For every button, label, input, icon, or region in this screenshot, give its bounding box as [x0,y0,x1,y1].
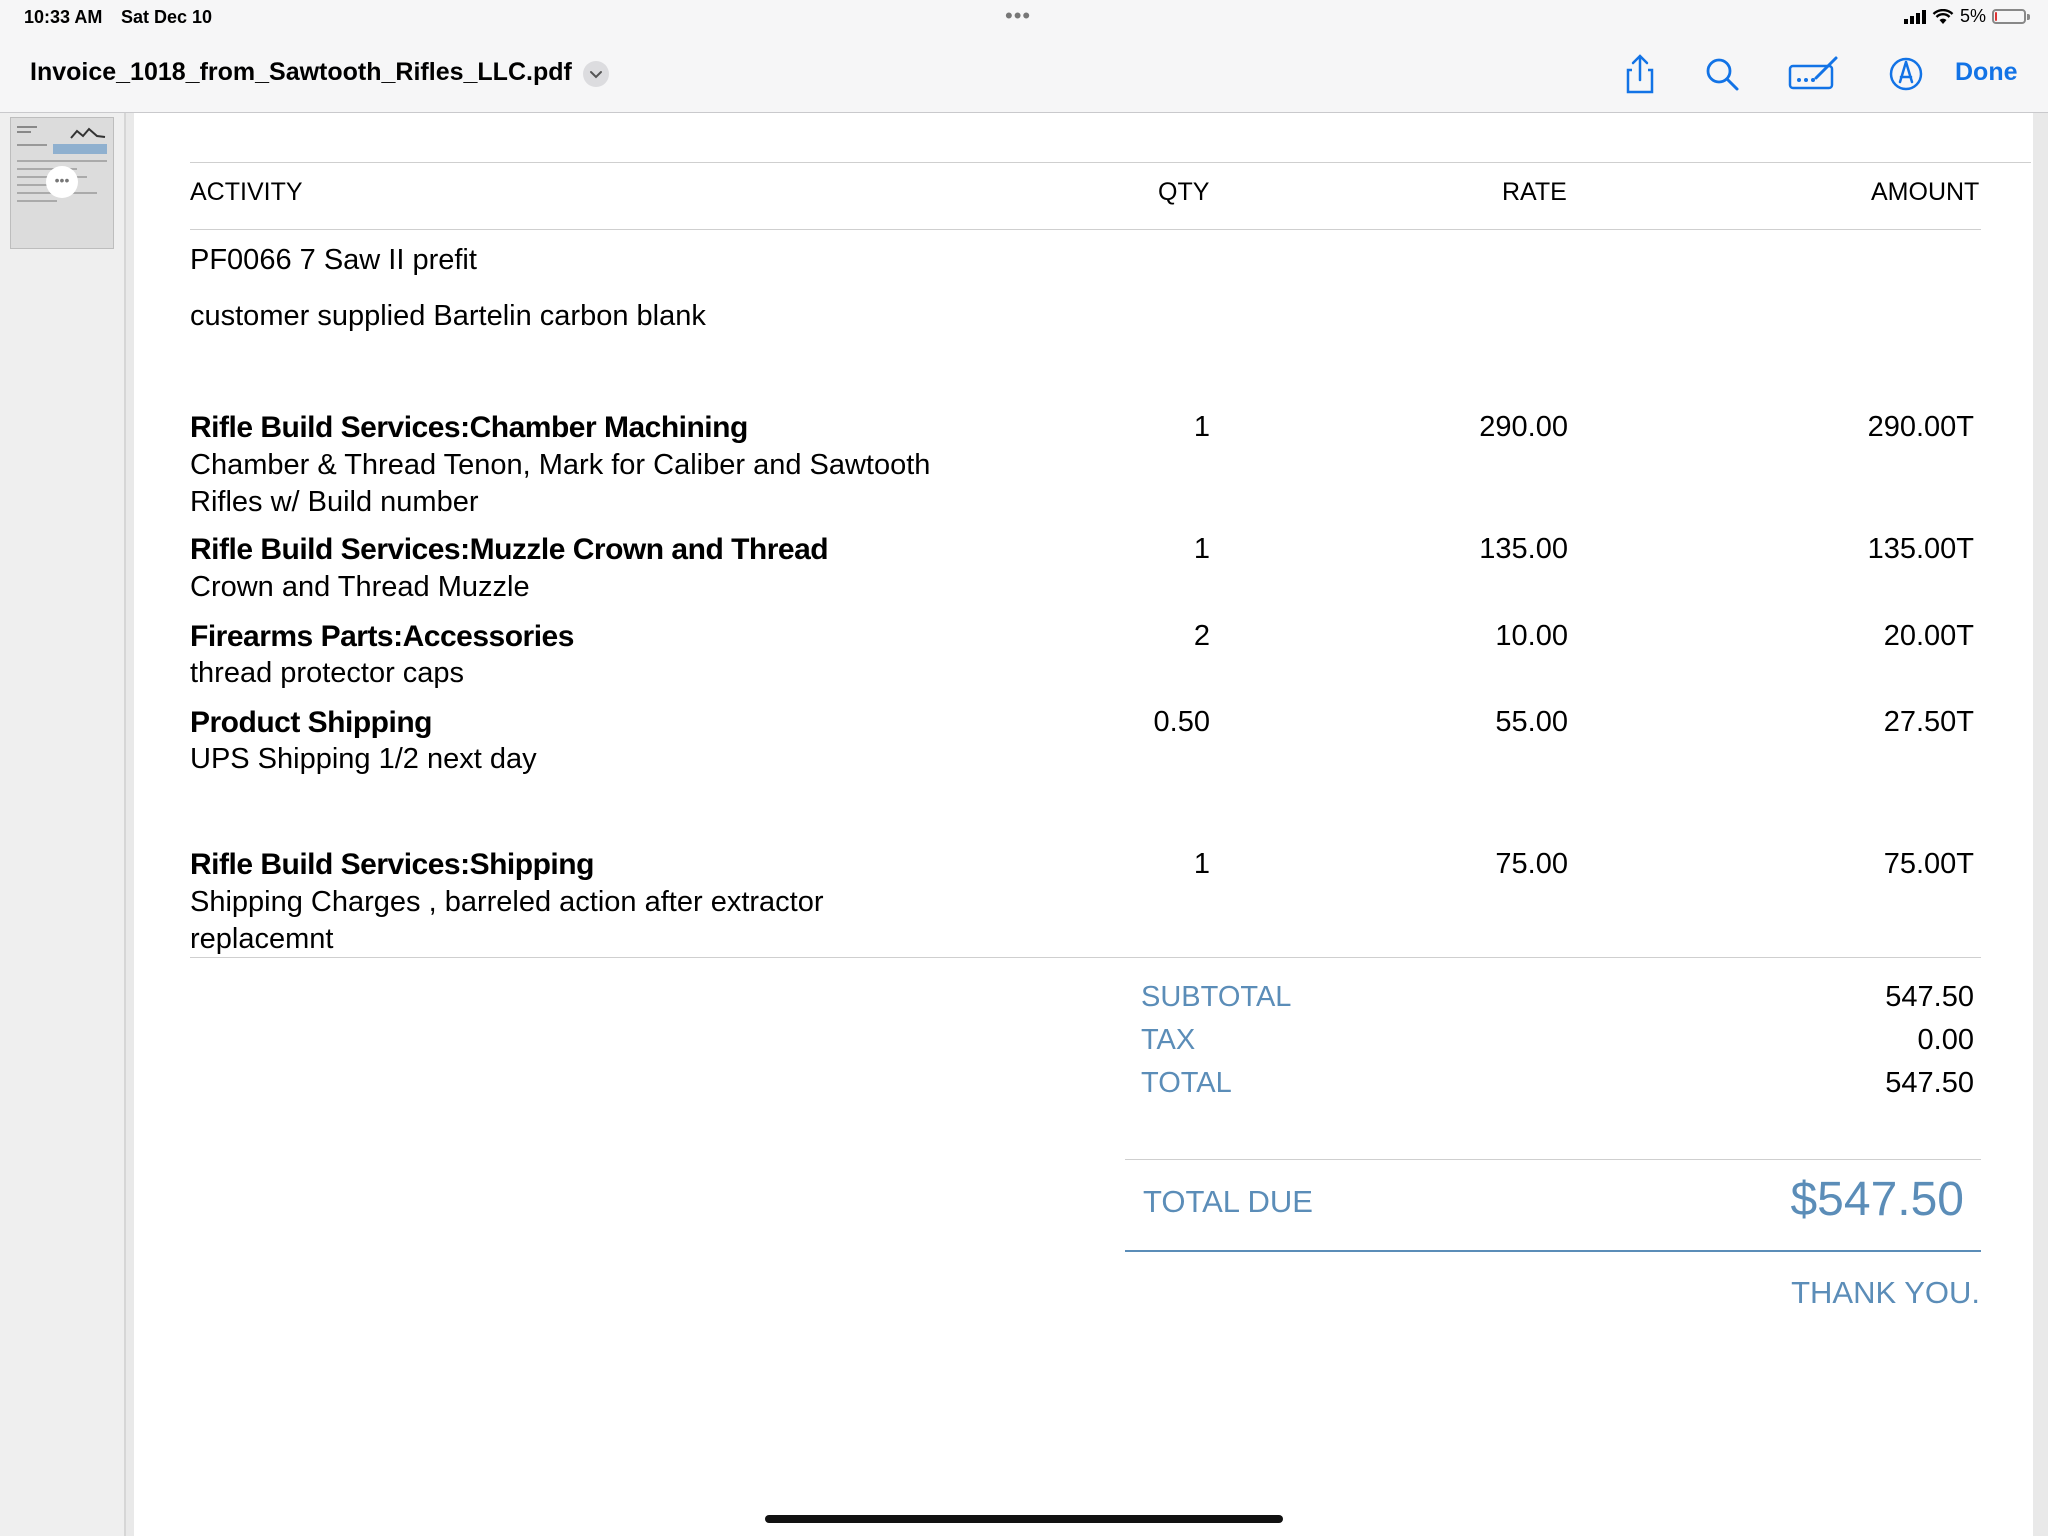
header-rule [190,229,1981,230]
total-value: 547.50 [1885,1067,1974,1099]
wifi-icon [1932,8,1954,24]
pdf-toolbar: Invoice_1018_from_Sawtooth_Rifles_LLC.pd… [0,36,2048,113]
subtotal-label: SUBTOTAL [1141,981,1292,1013]
item-amount: 75.00T [1883,848,1974,880]
status-date: Sat Dec 10 [121,7,213,27]
page-gutter [126,113,134,1536]
home-indicator[interactable] [765,1515,1283,1523]
share-icon[interactable] [1618,52,1662,96]
item-amount: 135.00T [1867,533,1974,565]
status-indicators: 5% [1903,6,2030,27]
pencil-tip-icon[interactable] [1884,52,1928,96]
page-edge [2033,113,2048,1536]
total-due-value: $547.50 [1790,1173,1964,1226]
thumbnail-sidebar: ••• [0,113,126,1536]
item-qty: 1 [1193,848,1210,880]
tax-label: TAX [1141,1024,1196,1056]
item-qty: 1 [1193,533,1210,565]
file-title[interactable]: Invoice_1018_from_Sawtooth_Rifles_LLC.pd… [30,58,572,87]
status-bar: 10:33 AM Sat Dec 10 ••• 5% [0,0,2048,36]
item-name: Product Shipping [190,706,432,739]
total-due-label: TOTAL DUE [1143,1184,1313,1219]
item-qty: 2 [1193,620,1210,652]
battery-level [1995,12,1997,21]
item-name: Rifle Build Services:Shipping [190,848,594,881]
chevron-down-icon[interactable] [583,61,609,87]
battery-icon [1992,9,2030,24]
item-name: Rifle Build Services:Muzzle Crown and Th… [190,533,829,566]
search-icon[interactable] [1700,52,1744,96]
item-description: Crown and Thread Muzzle [190,571,530,603]
item-rate: 55.00 [1495,706,1568,738]
multitasking-dots[interactable]: ••• [1005,3,1031,29]
column-header-activity: ACTIVITY [190,178,303,206]
item-description: Rifles w/ Build number [190,486,479,518]
total-due-bottom-rule [1125,1250,1981,1252]
intro-line: customer supplied Bartelin carbon blank [190,300,706,332]
column-header-rate: RATE [1502,178,1567,206]
more-dots-icon[interactable]: ••• [46,166,78,198]
subtotal-value: 547.50 [1885,981,1974,1013]
table-top-rule [190,162,2031,163]
item-description: replacemnt [190,923,334,955]
item-amount: 27.50T [1883,706,1974,738]
column-header-amount: AMOUNT [1871,178,1980,206]
total-due-top-rule [1125,1159,1981,1160]
page-thumbnail[interactable]: ••• [10,117,114,249]
total-label: TOTAL [1141,1067,1232,1099]
item-qty: 0.50 [1153,706,1210,738]
item-name: Firearms Parts:Accessories [190,620,574,653]
battery-percent: 5% [1959,6,1986,26]
item-description: Shipping Charges , barreled action after… [190,886,824,918]
item-qty: 1 [1193,411,1210,443]
item-amount: 290.00T [1867,411,1974,443]
tax-value: 0.00 [1917,1024,1974,1056]
item-description: UPS Shipping 1/2 next day [190,743,537,775]
table-bottom-rule [190,957,1981,958]
item-amount: 20.00T [1883,620,1974,652]
item-rate: 75.00 [1495,848,1568,880]
item-rate: 290.00 [1479,411,1568,443]
done-button[interactable]: Done [1955,58,2018,87]
markup-icon[interactable] [1786,52,1842,96]
item-rate: 135.00 [1479,533,1568,565]
item-rate: 10.00 [1495,620,1568,652]
column-header-qty: QTY [1158,178,1210,206]
intro-line: PF0066 7 Saw II prefit [190,244,477,276]
thank-you-text: THANK YOU. [1791,1275,1980,1310]
status-time: 10:33 AM [24,7,103,27]
item-name: Rifle Build Services:Chamber Machining [190,411,748,444]
item-description: Chamber & Thread Tenon, Mark for Caliber… [190,449,931,481]
cellular-signal-icon [1903,9,1926,24]
item-description: thread protector caps [190,657,465,689]
